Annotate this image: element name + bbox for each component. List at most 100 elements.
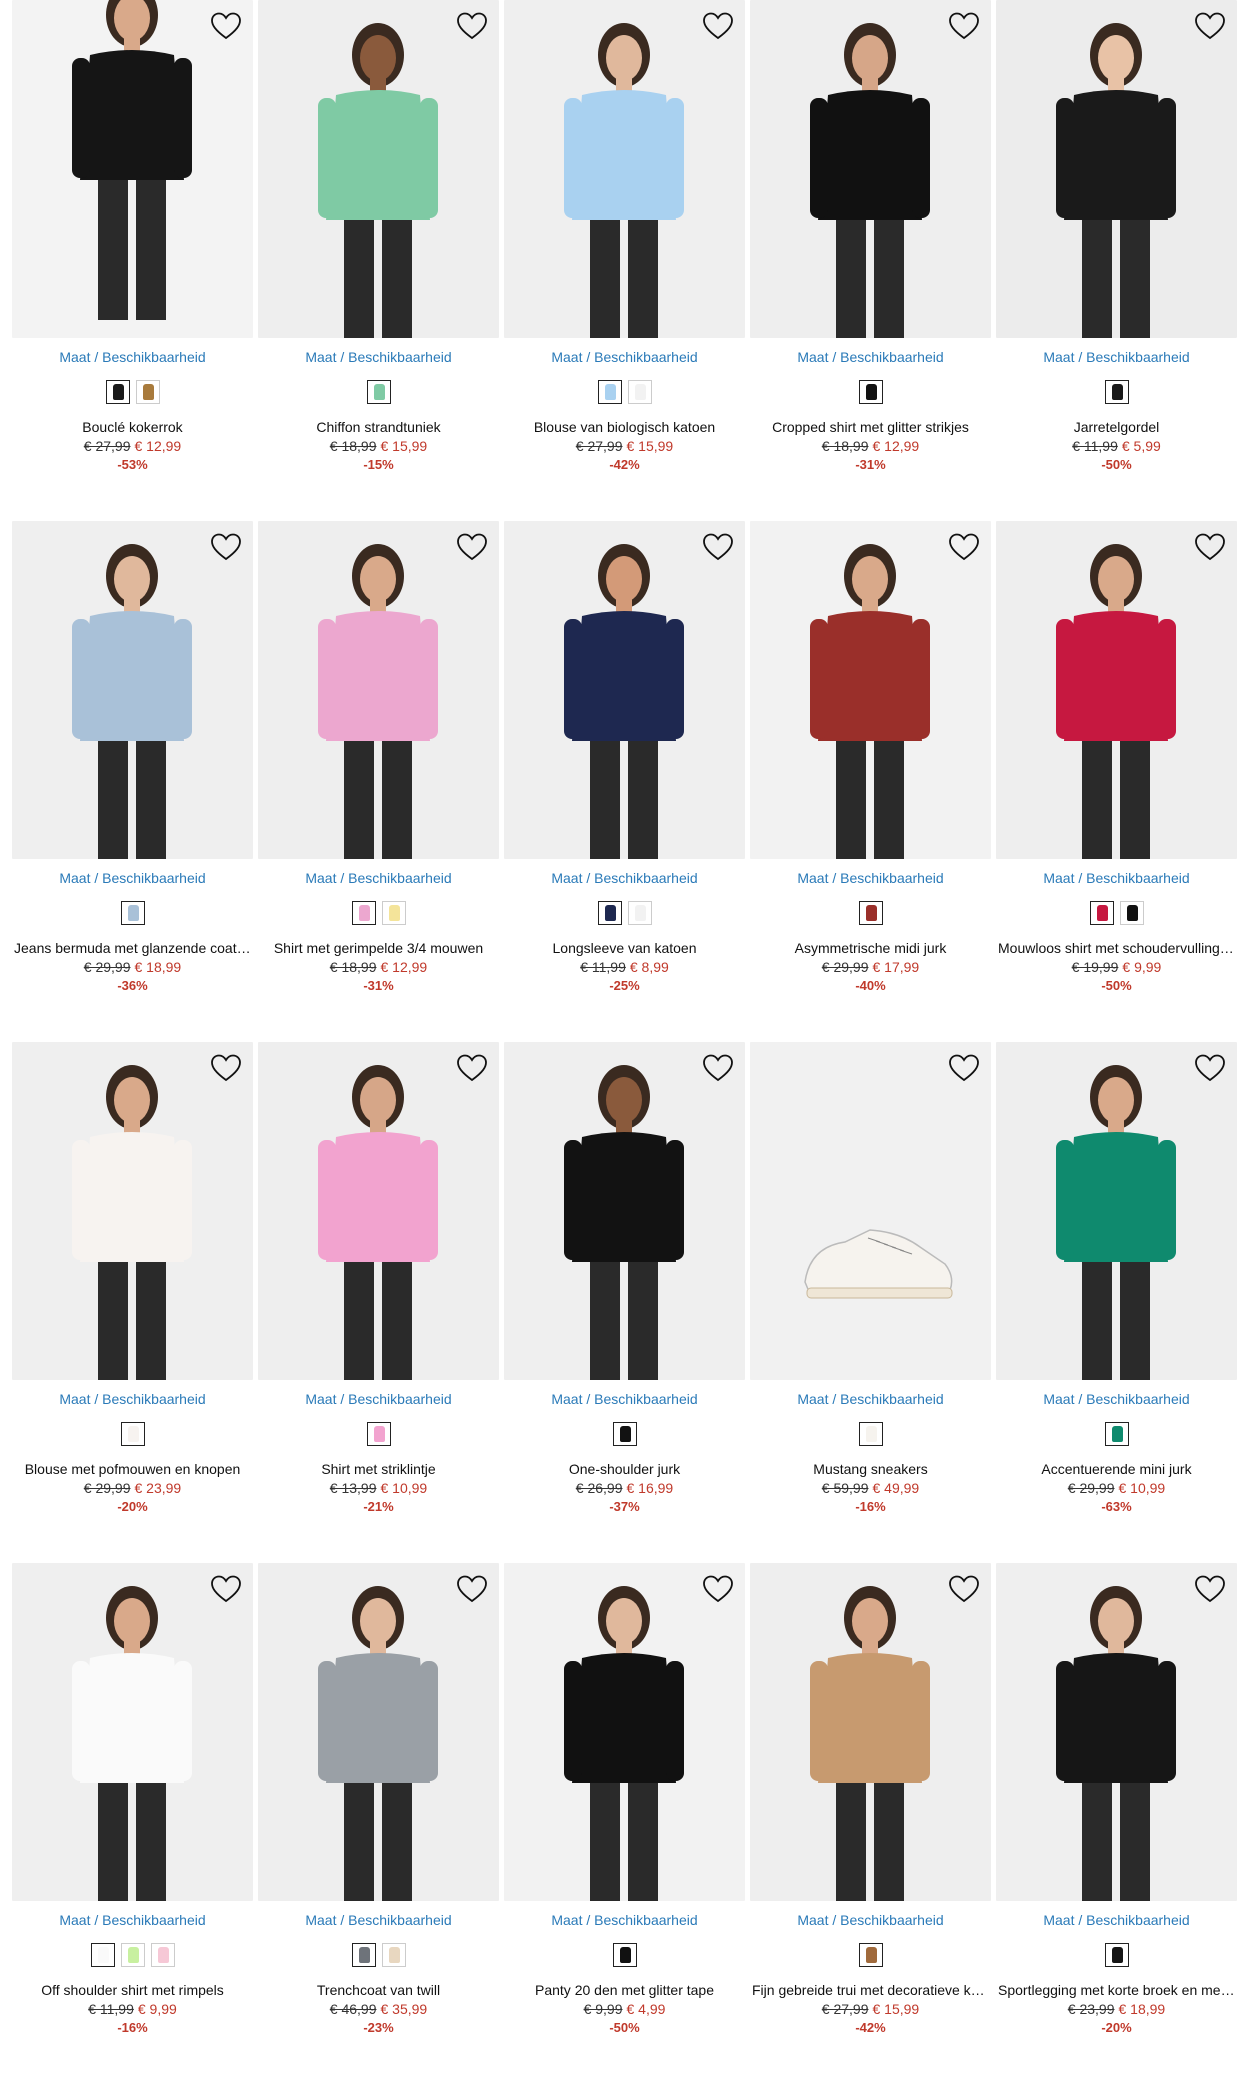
size-availability-link[interactable]: Maat / Beschikbaarheid xyxy=(258,1390,499,1408)
wishlist-heart-icon[interactable] xyxy=(211,533,241,561)
product-name[interactable]: Mouwloos shirt met schoudervullingen xyxy=(996,939,1237,957)
product-name[interactable]: Chiffon strandtuniek xyxy=(258,418,499,436)
wishlist-heart-icon[interactable] xyxy=(457,533,487,561)
product-image[interactable] xyxy=(504,0,745,338)
product-card[interactable]: Maat / Beschikbaarheid Asymmetrische mid… xyxy=(750,521,991,1042)
wishlist-heart-icon[interactable] xyxy=(211,1575,241,1603)
size-availability-link[interactable]: Maat / Beschikbaarheid xyxy=(750,869,991,887)
size-availability-link[interactable]: Maat / Beschikbaarheid xyxy=(750,348,991,366)
color-swatch[interactable] xyxy=(858,380,883,404)
product-name[interactable]: Fijn gebreide trui met decoratieve knope… xyxy=(750,1981,991,1999)
size-availability-link[interactable]: Maat / Beschikbaarheid xyxy=(504,1911,745,1929)
product-image[interactable] xyxy=(12,1563,253,1901)
product-image[interactable] xyxy=(996,521,1237,859)
color-swatch[interactable] xyxy=(366,1422,391,1446)
size-availability-link[interactable]: Maat / Beschikbaarheid xyxy=(504,348,745,366)
product-image[interactable] xyxy=(12,521,253,859)
color-swatch[interactable] xyxy=(351,1943,376,1967)
product-image[interactable] xyxy=(750,521,991,859)
wishlist-heart-icon[interactable] xyxy=(1195,533,1225,561)
color-swatch[interactable] xyxy=(381,901,406,925)
product-image[interactable] xyxy=(504,1042,745,1380)
product-image[interactable] xyxy=(750,1042,991,1380)
product-image[interactable] xyxy=(258,0,499,338)
product-image[interactable] xyxy=(504,521,745,859)
product-card[interactable]: Maat / Beschikbaarheid Trenchcoat van tw… xyxy=(258,1563,499,2084)
color-swatch[interactable] xyxy=(1089,901,1114,925)
size-availability-link[interactable]: Maat / Beschikbaarheid xyxy=(258,1911,499,1929)
product-card[interactable]: Maat / Beschikbaarheid Panty 20 den met … xyxy=(504,1563,745,2084)
color-swatch[interactable] xyxy=(1104,1943,1129,1967)
color-swatch[interactable] xyxy=(858,1422,883,1446)
wishlist-heart-icon[interactable] xyxy=(1195,1054,1225,1082)
wishlist-heart-icon[interactable] xyxy=(1195,1575,1225,1603)
product-image[interactable] xyxy=(12,0,253,338)
color-swatch[interactable] xyxy=(120,1943,145,1967)
product-card[interactable]: Maat / Beschikbaarheid Sportlegging met … xyxy=(996,1563,1237,2084)
product-name[interactable]: Cropped shirt met glitter strikjes xyxy=(750,418,991,436)
size-availability-link[interactable]: Maat / Beschikbaarheid xyxy=(12,1911,253,1929)
product-card[interactable]: Maat / Beschikbaarheid Chiffon strandtun… xyxy=(258,0,499,521)
color-swatch[interactable] xyxy=(597,901,622,925)
product-image[interactable] xyxy=(750,0,991,338)
product-name[interactable]: Accentuerende mini jurk xyxy=(996,1460,1237,1478)
product-name[interactable]: Sportlegging met korte broek en mesh xyxy=(996,1981,1237,1999)
wishlist-heart-icon[interactable] xyxy=(949,12,979,40)
color-swatch[interactable] xyxy=(612,1943,637,1967)
product-image[interactable] xyxy=(750,1563,991,1901)
size-availability-link[interactable]: Maat / Beschikbaarheid xyxy=(996,1390,1237,1408)
wishlist-heart-icon[interactable] xyxy=(949,1054,979,1082)
color-swatch[interactable] xyxy=(90,1943,115,1967)
product-card[interactable]: Maat / Beschikbaarheid Mouwloos shirt me… xyxy=(996,521,1237,1042)
wishlist-heart-icon[interactable] xyxy=(703,533,733,561)
product-name[interactable]: Longsleeve van katoen xyxy=(504,939,745,957)
wishlist-heart-icon[interactable] xyxy=(1195,12,1225,40)
product-name[interactable]: Off shoulder shirt met rimpels xyxy=(12,1981,253,1999)
wishlist-heart-icon[interactable] xyxy=(457,1054,487,1082)
wishlist-heart-icon[interactable] xyxy=(211,1054,241,1082)
color-swatch[interactable] xyxy=(1104,380,1129,404)
color-swatch[interactable] xyxy=(366,380,391,404)
product-card[interactable]: Maat / Beschikbaarheid Mustang sneakers … xyxy=(750,1042,991,1563)
product-card[interactable]: Maat / Beschikbaarheid Cropped shirt met… xyxy=(750,0,991,521)
product-name[interactable]: Bouclé kokerrok xyxy=(12,418,253,436)
product-card[interactable]: Maat / Beschikbaarheid Blouse met pofmou… xyxy=(12,1042,253,1563)
color-swatch[interactable] xyxy=(381,1943,406,1967)
color-swatch[interactable] xyxy=(120,901,145,925)
color-swatch[interactable] xyxy=(858,1943,883,1967)
product-card[interactable]: Maat / Beschikbaarheid One-shoulder jurk… xyxy=(504,1042,745,1563)
product-card[interactable]: Maat / Beschikbaarheid Shirt met gerimpe… xyxy=(258,521,499,1042)
size-availability-link[interactable]: Maat / Beschikbaarheid xyxy=(750,1911,991,1929)
product-image[interactable] xyxy=(504,1563,745,1901)
product-name[interactable]: Jeans bermuda met glanzende coating xyxy=(12,939,253,957)
color-swatch[interactable] xyxy=(597,380,622,404)
product-card[interactable]: Maat / Beschikbaarheid Longsleeve van ka… xyxy=(504,521,745,1042)
product-name[interactable]: Panty 20 den met glitter tape xyxy=(504,1981,745,1999)
size-availability-link[interactable]: Maat / Beschikbaarheid xyxy=(996,348,1237,366)
product-card[interactable]: Maat / Beschikbaarheid Shirt met strikli… xyxy=(258,1042,499,1563)
size-availability-link[interactable]: Maat / Beschikbaarheid xyxy=(504,1390,745,1408)
product-name[interactable]: Blouse van biologisch katoen xyxy=(504,418,745,436)
size-availability-link[interactable]: Maat / Beschikbaarheid xyxy=(750,1390,991,1408)
color-swatch[interactable] xyxy=(627,901,652,925)
product-card[interactable]: Maat / Beschikbaarheid Jeans bermuda met… xyxy=(12,521,253,1042)
product-name[interactable]: Jarretelgordel xyxy=(996,418,1237,436)
color-swatch[interactable] xyxy=(627,380,652,404)
size-availability-link[interactable]: Maat / Beschikbaarheid xyxy=(258,348,499,366)
size-availability-link[interactable]: Maat / Beschikbaarheid xyxy=(996,1911,1237,1929)
product-name[interactable]: One-shoulder jurk xyxy=(504,1460,745,1478)
wishlist-heart-icon[interactable] xyxy=(457,1575,487,1603)
product-name[interactable]: Trenchcoat van twill xyxy=(258,1981,499,1999)
size-availability-link[interactable]: Maat / Beschikbaarheid xyxy=(996,869,1237,887)
color-swatch[interactable] xyxy=(1119,901,1144,925)
product-image[interactable] xyxy=(258,521,499,859)
product-name[interactable]: Mustang sneakers xyxy=(750,1460,991,1478)
product-image[interactable] xyxy=(996,1042,1237,1380)
size-availability-link[interactable]: Maat / Beschikbaarheid xyxy=(258,869,499,887)
color-swatch[interactable] xyxy=(120,1422,145,1446)
color-swatch[interactable] xyxy=(351,901,376,925)
wishlist-heart-icon[interactable] xyxy=(457,12,487,40)
product-card[interactable]: Maat / Beschikbaarheid Accentuerende min… xyxy=(996,1042,1237,1563)
wishlist-heart-icon[interactable] xyxy=(211,12,241,40)
product-card[interactable]: Maat / Beschikbaarheid Off shoulder shir… xyxy=(12,1563,253,2084)
